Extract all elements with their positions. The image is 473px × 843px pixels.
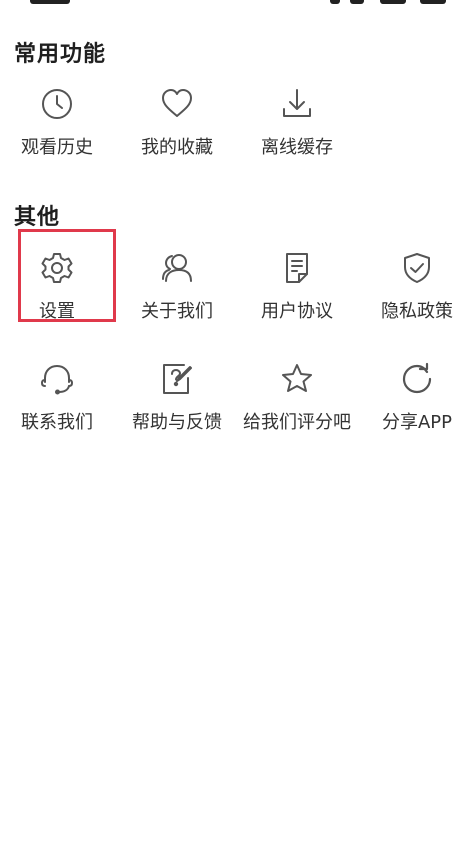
status-bar xyxy=(0,0,473,8)
share-refresh-icon xyxy=(400,362,434,396)
signal-icon xyxy=(330,0,340,4)
document-icon xyxy=(280,251,314,285)
status-time xyxy=(30,0,70,4)
menu-item-rate-us[interactable]: 给我们评分吧 xyxy=(238,362,356,462)
menu-item-contact-us[interactable]: 联系我们 xyxy=(0,362,116,462)
wifi-icon xyxy=(350,0,364,4)
menu-item-label: 观看历史 xyxy=(21,137,93,158)
status-extra-icon xyxy=(420,0,446,4)
menu-item-watch-history[interactable]: 观看历史 xyxy=(0,87,116,187)
battery-icon xyxy=(380,0,406,4)
menu-item-favorites[interactable]: 我的收藏 xyxy=(118,87,236,187)
section-title-other: 其他 xyxy=(14,205,61,230)
menu-item-help-feedback[interactable]: 帮助与反馈 xyxy=(118,362,236,462)
menu-item-offline-cache[interactable]: 离线缓存 xyxy=(238,87,356,187)
menu-item-label: 隐私政策 xyxy=(381,301,453,322)
heart-icon xyxy=(160,87,194,121)
users-icon xyxy=(160,251,194,285)
menu-item-label: 分享APP xyxy=(381,412,453,433)
headset-icon xyxy=(40,362,74,396)
highlight-box xyxy=(18,229,116,322)
menu-item-user-agreement[interactable]: 用户协议 xyxy=(238,251,356,351)
menu-item-label: 我的收藏 xyxy=(141,137,213,158)
star-icon xyxy=(280,362,314,396)
shield-icon xyxy=(400,251,434,285)
menu-item-privacy-policy[interactable]: 隐私政策 xyxy=(358,251,473,351)
menu-item-label: 离线缓存 xyxy=(261,137,333,158)
clock-icon xyxy=(40,87,74,121)
menu-item-label: 帮助与反馈 xyxy=(132,412,222,433)
menu-item-about-us[interactable]: 关于我们 xyxy=(118,251,236,351)
menu-item-label: 给我们评分吧 xyxy=(243,412,351,433)
menu-item-label: 关于我们 xyxy=(141,301,213,322)
section-title-common: 常用功能 xyxy=(14,42,107,67)
menu-item-label: 联系我们 xyxy=(21,412,93,433)
download-icon xyxy=(280,87,314,121)
menu-item-label: 用户协议 xyxy=(261,301,333,322)
help-edit-icon xyxy=(160,362,194,396)
menu-item-share-app[interactable]: 分享APP xyxy=(358,362,473,462)
